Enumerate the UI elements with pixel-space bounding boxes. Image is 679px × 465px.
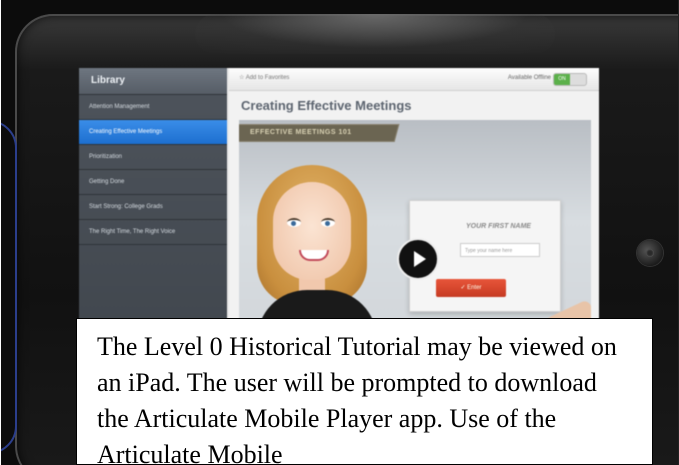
video-banner: EFFECTIVE MEETINGS 101 — [239, 124, 400, 142]
add-to-favorites-button[interactable]: ☆ Add to Favorites — [239, 74, 289, 81]
blue-outline-decoration — [1, 120, 17, 454]
presenter-face — [273, 182, 351, 280]
card-title: YOUR FIRST NAME — [466, 223, 531, 230]
sidebar-item-creating-effective-meetings[interactable]: Creating Effective Meetings — [79, 120, 227, 145]
enter-button[interactable]: ✓ Enter — [436, 279, 506, 297]
sidebar-item-attention-management[interactable]: Attention Management — [79, 95, 227, 120]
sidebar-item-start-strong[interactable]: Start Strong: College Grads — [79, 195, 227, 220]
sidebar-header: Library — [79, 68, 227, 95]
presenter-eye-left — [287, 218, 301, 227]
presenter-eye-right — [321, 218, 335, 227]
sidebar-item-prioritization[interactable]: Prioritization — [79, 145, 227, 170]
sidebar-item-right-time[interactable]: The Right Time, The Right Voice — [79, 220, 227, 245]
available-offline-label: Available Offline — [507, 75, 551, 81]
presenter-mouth — [299, 250, 329, 261]
available-offline-toggle[interactable]: ON — [553, 73, 587, 86]
play-icon[interactable] — [397, 238, 439, 280]
caption-text: The Level 0 Historical Tutorial may be v… — [97, 332, 617, 465]
caption-box: The Level 0 Historical Tutorial may be v… — [76, 318, 653, 465]
sidebar-item-getting-done[interactable]: Getting Done — [79, 170, 227, 195]
home-button-icon[interactable] — [637, 240, 663, 266]
course-title: Creating Effective Meetings — [241, 98, 412, 113]
bezel-highlight — [195, 14, 555, 54]
name-input[interactable]: Type your name here — [460, 243, 540, 257]
content-toolbar: ☆ Add to Favorites Available Offline ON — [229, 68, 599, 91]
toggle-on-label: ON — [554, 74, 570, 85]
